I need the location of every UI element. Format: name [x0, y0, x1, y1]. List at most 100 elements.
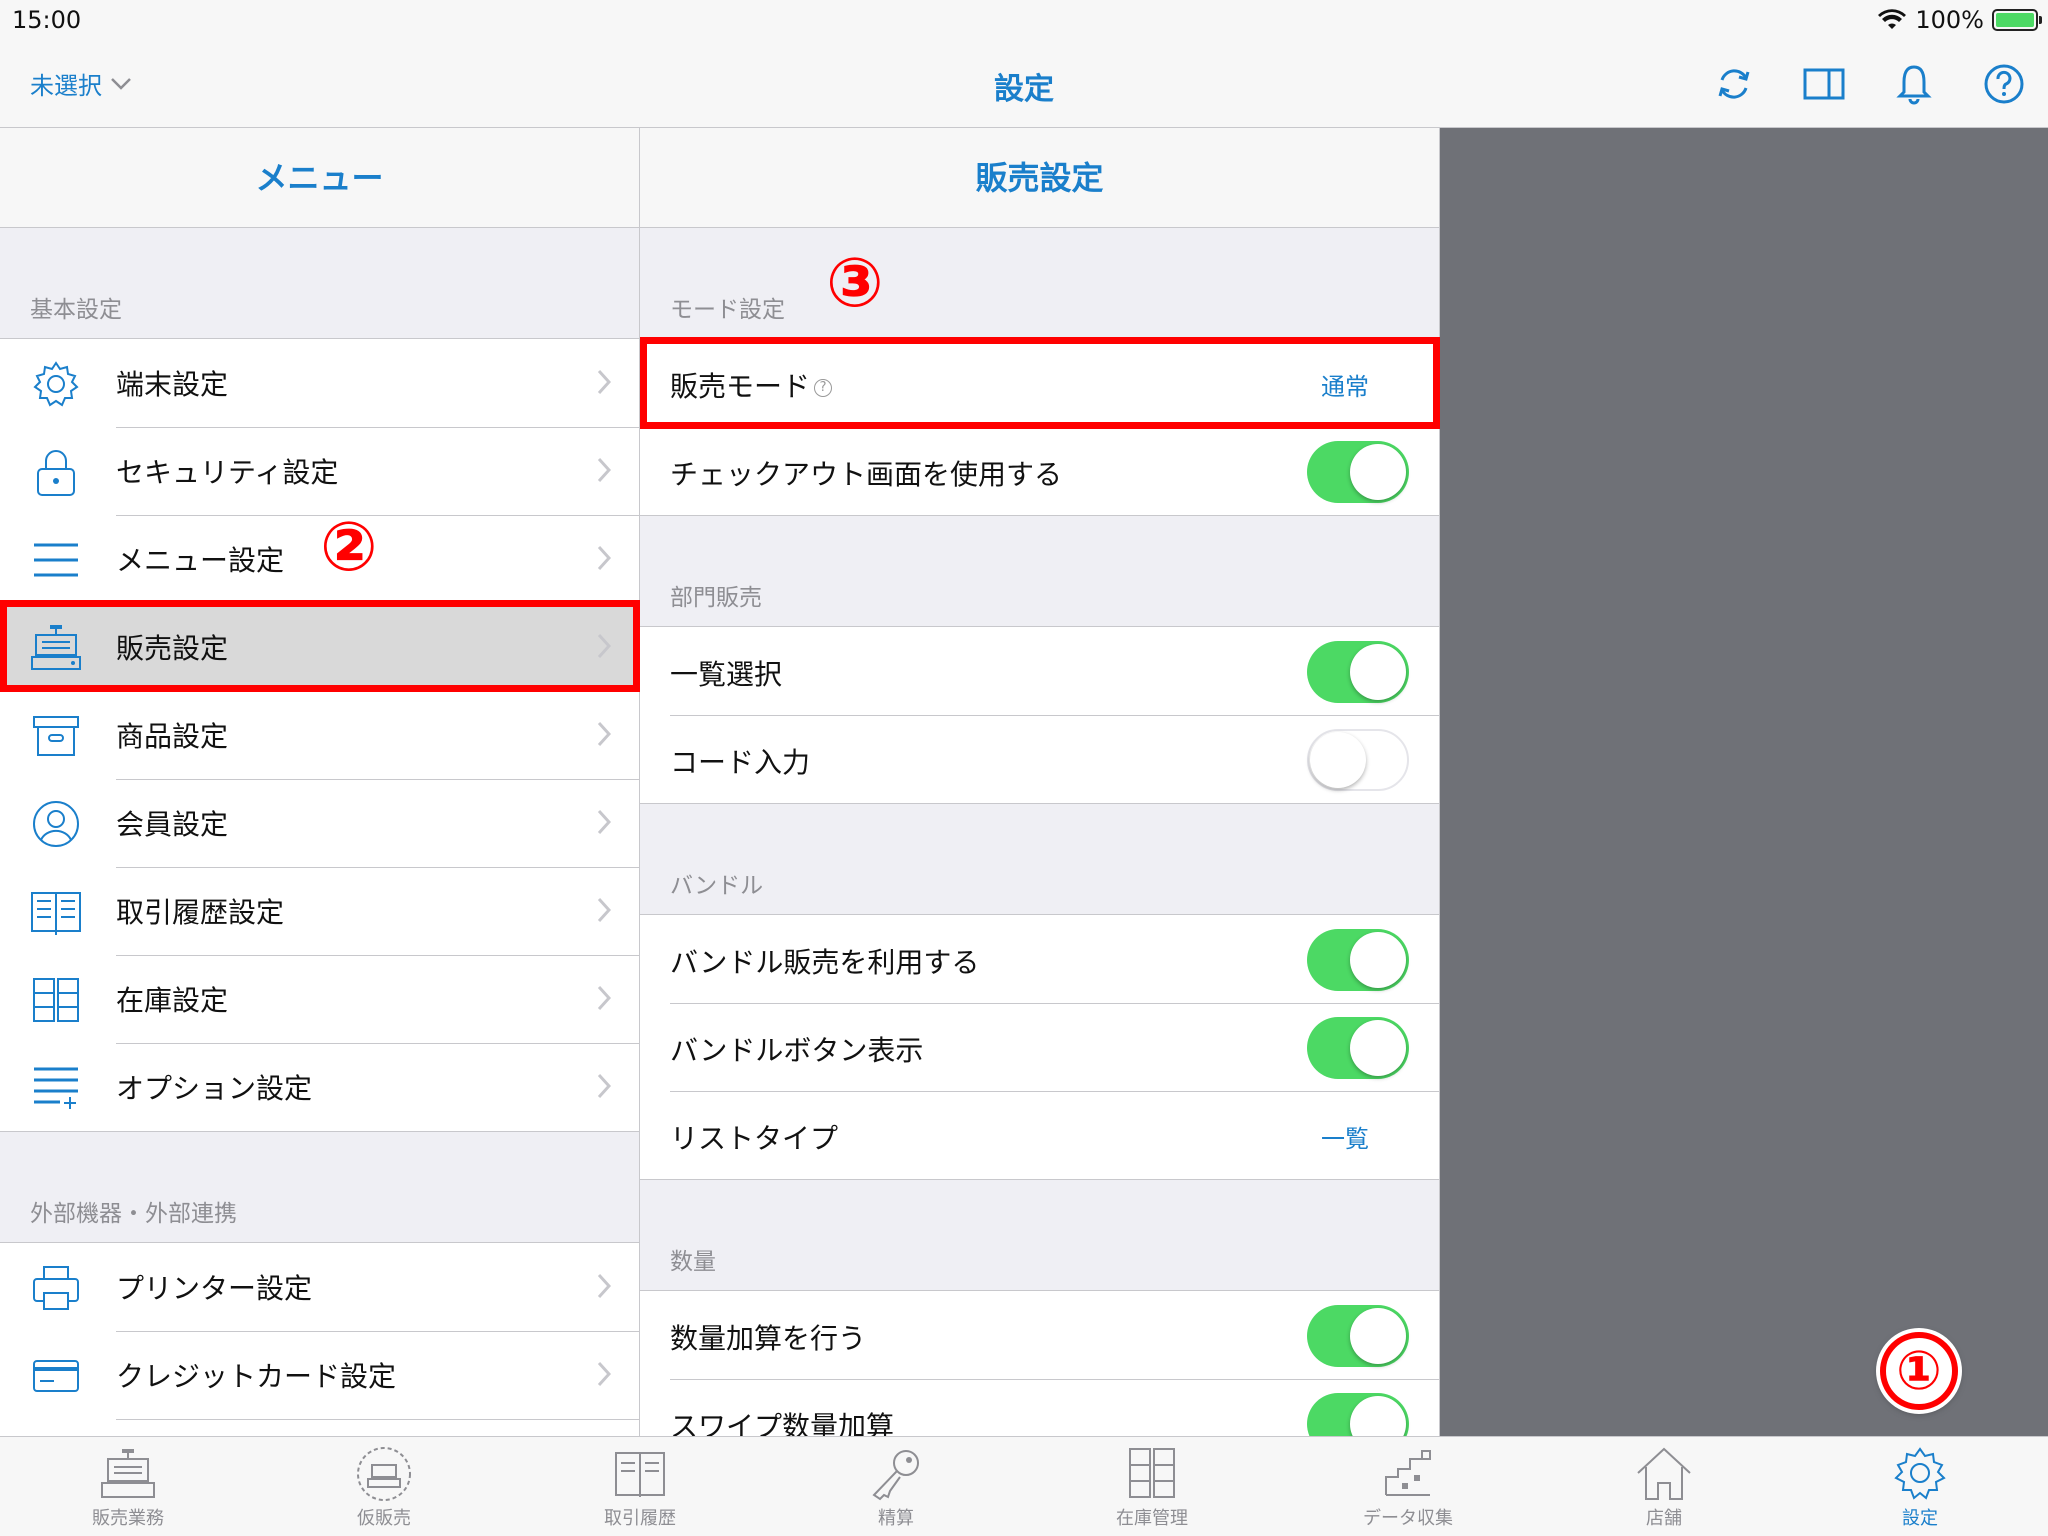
code-input-row: コード入力 [640, 715, 1439, 803]
menu-item-device-settings[interactable]: 端末設定 [0, 339, 639, 427]
tab-temp-sales[interactable]: 仮販売 [256, 1437, 512, 1536]
menu-item-printer-settings[interactable]: プリンター設定 [0, 1243, 639, 1331]
credit-card-icon [30, 1351, 82, 1401]
sales-panel-title: 販売設定 [640, 128, 1439, 228]
menu-item-label: 在庫設定 [116, 984, 229, 1017]
menu-section-basic: 端末設定 セキュリティ設定 メニュー設定 販売設定 商品設定 会員設定 取引履歴… [0, 338, 639, 1132]
menu-item-label: 取引履歴設定 [116, 896, 285, 929]
chevron-right-icon [597, 1273, 611, 1299]
tab-bar: 販売業務 仮販売 取引履歴 精算 在庫管理 データ収集 店舗 設定 [0, 1436, 2048, 1536]
status-right: 100% [1877, 6, 2042, 34]
section-header-external-label: 外部機器・外部連携 [30, 1201, 237, 1227]
temp-register-icon [354, 1445, 414, 1503]
cabinet-icon [30, 975, 82, 1025]
swipe-quantity-toggle[interactable] [1307, 1393, 1409, 1436]
menu-item-credit-card-settings[interactable]: クレジットカード設定 [0, 1331, 639, 1419]
toggle-knob [1310, 732, 1366, 788]
box-icon [30, 711, 82, 761]
nav-actions [1712, 62, 2026, 106]
menu-item-history-settings[interactable]: 取引履歴設定 [0, 867, 639, 955]
section-header-bundle: バンドル [640, 804, 1439, 914]
split-view-icon[interactable] [1802, 62, 1846, 106]
menu-item-security-settings[interactable]: セキュリティ設定 [0, 427, 639, 515]
tab-settlement[interactable]: 精算 [768, 1437, 1024, 1536]
status-bar: 15:00 100% [0, 0, 2048, 40]
chevron-right-icon [597, 721, 611, 747]
checkout-screen-row: チェックアウト画面を使用する [640, 427, 1439, 515]
sales-mode-label: 販売モード? [670, 365, 833, 405]
menu-item-member-settings[interactable]: 会員設定 [0, 779, 639, 867]
tab-label: 仮販売 [357, 1508, 411, 1529]
help-circle-icon[interactable]: ? [814, 379, 833, 397]
menu-item-sales-settings[interactable]: 販売設定 [0, 603, 639, 691]
sales-mode-row[interactable]: 販売モード? 通常 [640, 339, 1439, 427]
menu-panel-title: メニュー [0, 128, 639, 228]
code-input-toggle[interactable] [1307, 729, 1409, 791]
settings-section-mode: 販売モード? 通常 チェックアウト画面を使用する [640, 338, 1439, 516]
printer-icon [30, 1263, 82, 1313]
quantity-add-toggle[interactable] [1307, 1305, 1409, 1367]
menu-section-external: プリンター設定 クレジットカード設定 [0, 1242, 639, 1436]
list-type-value: 一覧 [1321, 1125, 1369, 1153]
help-icon[interactable] [1982, 62, 2026, 106]
sales-settings-panel: 販売設定 モード設定 販売モード? 通常 チェックアウト画面を使用する 部門販売… [640, 128, 1440, 1436]
section-header-bundle-label: バンドル [670, 873, 764, 899]
list-select-toggle[interactable] [1307, 641, 1409, 703]
bundle-button-toggle[interactable] [1307, 1017, 1409, 1079]
chevron-right-icon [597, 897, 611, 923]
navigation-bar: 未選択 設定 [0, 40, 2048, 128]
tab-sales[interactable]: 販売業務 [0, 1437, 256, 1536]
menu-item-label: 商品設定 [116, 720, 229, 753]
list-type-row[interactable]: リストタイプ 一覧 [640, 1091, 1439, 1179]
chevron-right-icon [597, 1361, 611, 1387]
data-icon [1378, 1445, 1438, 1503]
book-icon [610, 1445, 670, 1503]
menu-item-label: セキュリティ設定 [116, 456, 339, 489]
wifi-icon [1878, 9, 1907, 29]
bundle-sales-toggle[interactable] [1307, 929, 1409, 991]
tab-store[interactable]: 店舗 [1536, 1437, 1792, 1536]
tab-history[interactable]: 取引履歴 [512, 1437, 768, 1536]
lock-icon [30, 447, 82, 497]
section-header-department-label: 部門販売 [670, 585, 762, 611]
battery-icon [1992, 9, 2042, 31]
quantity-add-label: 数量加算を行う [670, 1322, 867, 1355]
toggle-knob [1350, 1020, 1406, 1076]
menu-item-product-settings[interactable]: 商品設定 [0, 691, 639, 779]
tab-label: 在庫管理 [1116, 1508, 1188, 1529]
bell-icon[interactable] [1892, 62, 1936, 106]
bundle-button-label: バンドルボタン表示 [670, 1034, 924, 1067]
menu-item-partial[interactable] [0, 1419, 639, 1436]
sync-icon[interactable] [1712, 62, 1756, 106]
chevron-right-icon [597, 985, 611, 1011]
list-type-label: リストタイプ [670, 1122, 839, 1155]
tab-settings[interactable]: 設定 [1792, 1437, 2048, 1536]
toggle-knob [1350, 1396, 1406, 1436]
chevron-right-icon [597, 457, 611, 483]
menu-item-label: プリンター設定 [116, 1272, 313, 1305]
tab-label: 取引履歴 [604, 1508, 676, 1529]
register-icon [30, 623, 82, 673]
callout-three: ③ [826, 244, 884, 323]
bundle-button-row: バンドルボタン表示 [640, 1003, 1439, 1091]
toggle-knob [1350, 444, 1406, 500]
section-header-mode-label: モード設定 [670, 297, 785, 323]
tab-inventory[interactable]: 在庫管理 [1024, 1437, 1280, 1536]
checkout-screen-label: チェックアウト画面を使用する [670, 458, 1063, 491]
chevron-right-icon [597, 633, 611, 659]
section-header-mode: モード設定 [640, 228, 1439, 338]
menu-item-option-settings[interactable]: オプション設定 [0, 1043, 639, 1131]
toggle-knob [1350, 1308, 1406, 1364]
checkout-screen-toggle[interactable] [1307, 441, 1409, 503]
chevron-right-icon [597, 1073, 611, 1099]
bundle-sales-label: バンドル販売を利用する [670, 946, 980, 979]
list-add-icon [30, 1063, 82, 1113]
menu-item-inventory-settings[interactable]: 在庫設定 [0, 955, 639, 1043]
gear-icon [1890, 1445, 1950, 1503]
hamburger-icon [30, 535, 82, 585]
key-icon [866, 1445, 926, 1503]
tab-data-collection[interactable]: データ収集 [1280, 1437, 1536, 1536]
chevron-right-icon [597, 545, 611, 571]
home-icon [1634, 1445, 1694, 1503]
menu-item-label: オプション設定 [116, 1072, 313, 1105]
